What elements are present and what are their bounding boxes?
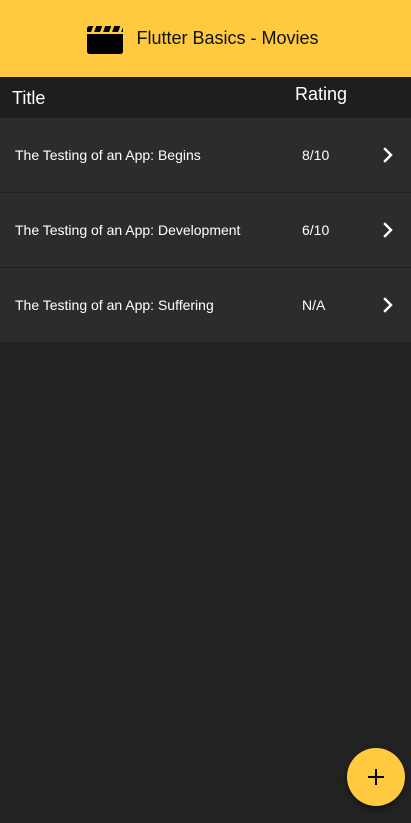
movie-row[interactable]: The Testing of an App: Suffering N/A	[0, 268, 411, 343]
movie-title: The Testing of an App: Suffering	[15, 297, 214, 313]
plus-icon	[368, 769, 384, 785]
column-header-rating: Rating	[295, 84, 348, 104]
app-bar: Flutter Basics - Movies	[0, 0, 411, 77]
movie-title: The Testing of an App: Development	[15, 222, 241, 238]
movie-rating: 8/10	[302, 147, 330, 163]
app-title: Flutter Basics - Movies	[136, 28, 319, 48]
movie-rating: N/A	[302, 297, 326, 313]
column-header-title: Title	[12, 88, 46, 108]
movie-row[interactable]: The Testing of an App: Development 6/10	[0, 193, 411, 268]
chevron-right-icon[interactable]	[381, 297, 395, 313]
chevron-right-icon[interactable]	[381, 222, 395, 238]
add-movie-button[interactable]	[347, 748, 405, 806]
movie-rating: 6/10	[302, 222, 330, 238]
movie-clapperboard-icon	[87, 25, 124, 54]
movie-row[interactable]: The Testing of an App: Begins 8/10	[0, 118, 411, 193]
screen: Flutter Basics - Movies Title Rating The…	[0, 0, 411, 823]
movie-title: The Testing of an App: Begins	[15, 147, 201, 163]
column-header: Title Rating	[0, 77, 411, 118]
chevron-right-icon[interactable]	[381, 147, 395, 163]
